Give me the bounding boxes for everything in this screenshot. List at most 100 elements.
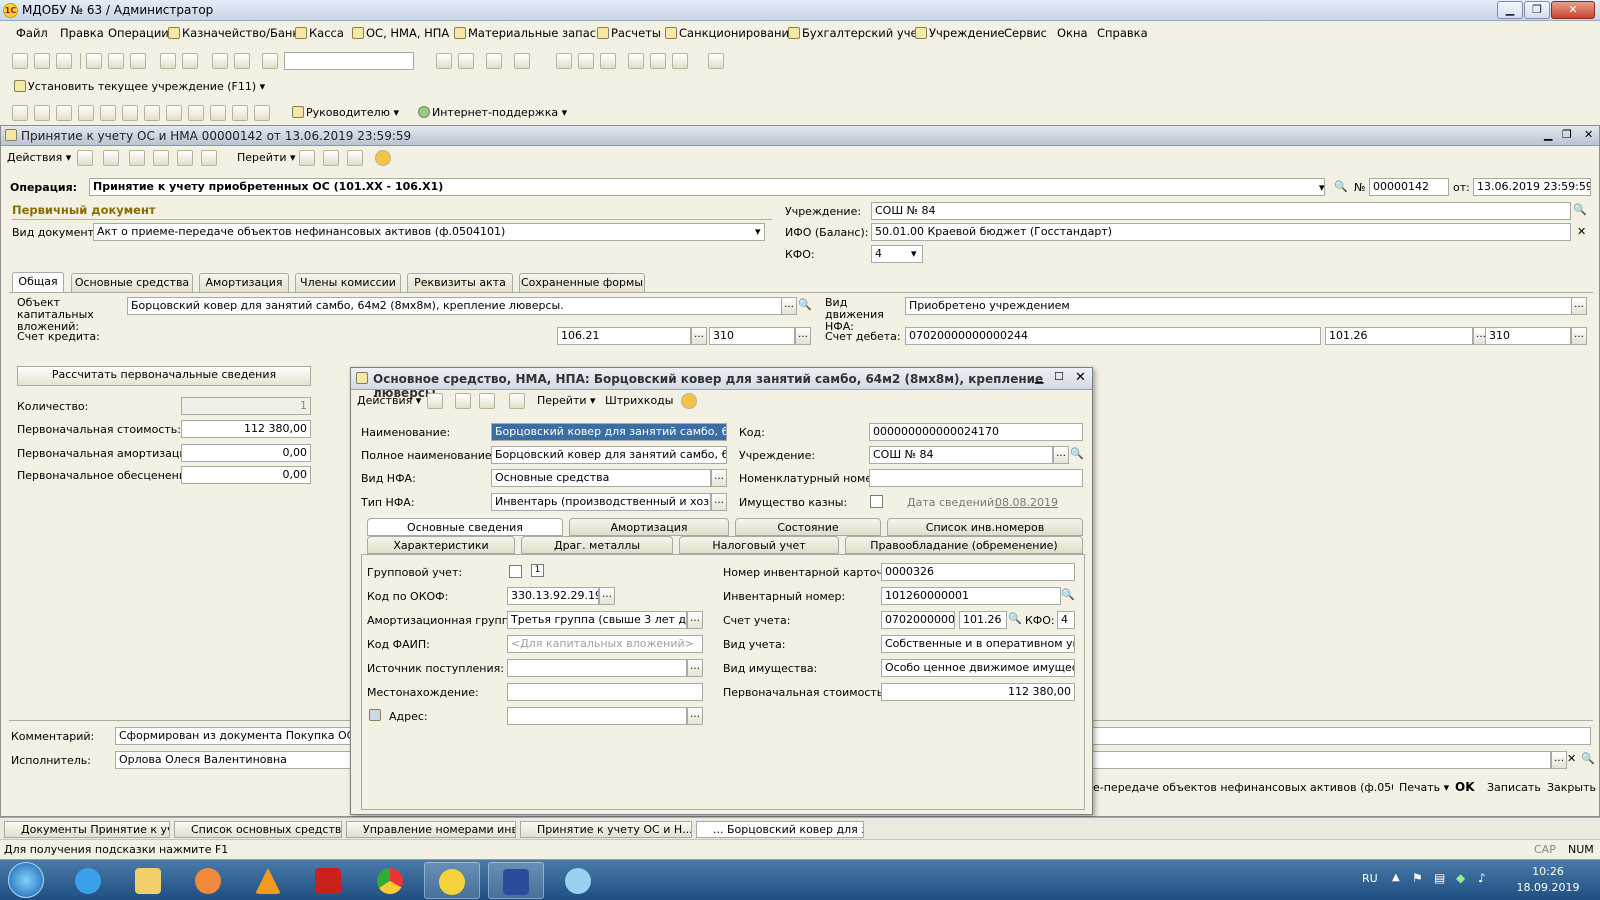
movements-icon[interactable] — [299, 150, 315, 166]
copy-icon[interactable] — [108, 53, 124, 69]
paste-icon[interactable] — [130, 53, 146, 69]
nomenclature-field[interactable] — [869, 469, 1083, 487]
flag-icon[interactable]: ⚑ — [1412, 871, 1423, 885]
unpost-icon[interactable] — [177, 150, 193, 166]
capital-object-search-icon[interactable]: 🔍 — [798, 298, 812, 311]
movement-select-button[interactable]: … — [1571, 297, 1587, 315]
windows-icon[interactable] — [486, 53, 502, 69]
network-icon[interactable]: ▤ — [1434, 871, 1445, 885]
save-button[interactable]: Записать — [1487, 781, 1541, 794]
dialog-copy-icon[interactable] — [479, 393, 495, 409]
menu-treasury[interactable]: Казначейство/Банк — [168, 26, 299, 40]
inventory-card-field[interactable]: 0000326 — [881, 563, 1075, 581]
capital-object-select-button[interactable]: … — [781, 297, 797, 315]
chrome-app-button[interactable] — [362, 862, 418, 899]
operation-field[interactable]: Принятие к учету приобретенных ОС (101.Х… — [89, 178, 1325, 196]
menu-cash[interactable]: Касса — [295, 26, 344, 40]
report-icon[interactable] — [100, 105, 116, 121]
save-app-button[interactable] — [488, 862, 544, 899]
initial-amortization-field[interactable]: 0,00 — [181, 444, 311, 462]
ifo-field[interactable]: 50.01.00 Краевой бюджет (Госстандарт) — [871, 223, 1571, 241]
address-select-button[interactable]: … — [687, 707, 703, 725]
structure-icon[interactable] — [323, 150, 339, 166]
dialog-minimize-icon[interactable]: ▁ — [1035, 371, 1043, 384]
faip-field[interactable]: <Для капитальных вложений> — [507, 635, 703, 653]
credit-account-field[interactable]: 106.21 — [557, 327, 691, 345]
name-field[interactable]: Борцовский ковер для занятий самбо, 64м2 — [491, 423, 727, 441]
executor-clear-icon[interactable]: ✕ — [1567, 752, 1576, 765]
doc-close-icon[interactable]: ✕ — [1584, 128, 1593, 141]
tab-fixed-assets[interactable]: Основные средства — [71, 273, 193, 292]
initial-impairment-field[interactable]: 0,00 — [181, 466, 311, 484]
institution-field[interactable]: СОШ № 84 — [871, 202, 1571, 220]
tab-characteristics[interactable]: Характеристики — [367, 536, 515, 554]
refresh-icon[interactable] — [103, 150, 119, 166]
institution-search-icon[interactable]: 🔍 — [1573, 203, 1587, 216]
undo-icon[interactable] — [212, 53, 228, 69]
date-field[interactable]: 13.06.2019 23:59:59 — [1473, 178, 1591, 196]
save-icon[interactable] — [56, 53, 72, 69]
dialog-goto-menu[interactable]: Перейти ▾ — [537, 394, 596, 407]
media-app-button[interactable] — [180, 862, 236, 899]
amortization-group-field[interactable]: Третья группа (свыше 3 лет до 5 ле — [507, 611, 687, 629]
menu-materials[interactable]: Материальные запасы — [454, 26, 605, 40]
report-icon[interactable] — [56, 105, 72, 121]
window-tab-fixed-assets-list[interactable]: Список основных средств, ... — [174, 821, 342, 838]
amortization-group-select-button[interactable]: … — [687, 611, 703, 629]
code-field[interactable]: 000000000000024170 — [869, 423, 1083, 441]
debit-account-field[interactable]: 101.26 — [1325, 327, 1473, 345]
write-close-icon[interactable] — [77, 150, 93, 166]
property-type-field[interactable]: Особо ценное движимое имущество — [881, 659, 1075, 677]
preview-icon[interactable] — [182, 53, 198, 69]
users-icon[interactable] — [600, 53, 616, 69]
head-button[interactable]: Руководителю ▾ — [292, 106, 399, 119]
menu-settlements[interactable]: Расчеты — [597, 26, 661, 40]
volume-icon[interactable]: ♪ — [1478, 871, 1486, 885]
inventory-number-field[interactable]: 101260000001 — [881, 587, 1061, 605]
ie-app-button[interactable] — [60, 862, 116, 899]
credit-account-select-button[interactable]: … — [691, 327, 707, 345]
ok-button[interactable]: OK — [1455, 780, 1475, 794]
executor-search-icon[interactable]: 🔍 — [1581, 752, 1595, 765]
dialog-actions-menu[interactable]: Действия ▾ — [357, 394, 421, 407]
dialog-save-icon[interactable] — [427, 393, 443, 409]
menu-institution[interactable]: Учреждение — [915, 26, 1005, 40]
nfa-type-select-button[interactable]: … — [711, 493, 727, 511]
based-on-icon[interactable] — [201, 150, 217, 166]
window-tab-inventory-numbers[interactable]: Управление номерами инв... — [346, 821, 516, 838]
window-tab-carpet[interactable]: ... Борцовский ковер для з... — [696, 821, 864, 838]
movement-field[interactable]: Приобретено учреждением — [905, 297, 1573, 315]
barcodes-button[interactable]: Штрихкоды — [605, 394, 673, 407]
inventory-number-search-icon[interactable]: 🔍 — [1061, 588, 1075, 601]
operation-search-icon[interactable]: 🔍 — [1334, 180, 1348, 193]
tab-rights-encumbrance[interactable]: Правообладание (обременение) — [845, 536, 1083, 554]
menu-sanction[interactable]: Санкционирование — [665, 26, 796, 40]
group-accounting-checkbox[interactable] — [509, 565, 522, 578]
open-icon[interactable] — [34, 53, 50, 69]
tab-state[interactable]: Состояние — [735, 518, 881, 536]
accounting-type-field[interactable]: Собственные и в оперативном управ — [881, 635, 1075, 653]
doc-restore-icon[interactable]: ❐ — [1562, 128, 1572, 141]
menu-edit[interactable]: Правка — [60, 26, 104, 40]
window-tab-acceptance[interactable]: Принятие к учету ОС и Н...:59 — [520, 821, 692, 838]
report-icon[interactable] — [232, 105, 248, 121]
tab-dialog-amortization[interactable]: Амортизация — [569, 518, 729, 536]
menu-file[interactable]: Файл — [16, 26, 48, 40]
explorer-app-button[interactable] — [120, 862, 176, 899]
okof-select-button[interactable]: … — [599, 587, 615, 605]
report-icon[interactable] — [188, 105, 204, 121]
source-select-button[interactable]: … — [687, 659, 703, 677]
redo-icon[interactable] — [234, 53, 250, 69]
print-menu[interactable]: Печать ▾ — [1399, 781, 1449, 794]
dialog-maximize-icon[interactable]: ☐ — [1054, 370, 1064, 383]
dialog-close-icon[interactable]: ✕ — [1075, 370, 1086, 385]
maximize-button[interactable]: ❐ — [1524, 1, 1550, 19]
report-icon[interactable] — [122, 105, 138, 121]
dialog-institution-select-button[interactable]: … — [1053, 446, 1069, 464]
dialog-institution-search-icon[interactable]: 🔍 — [1070, 447, 1084, 460]
help-icon[interactable] — [375, 150, 391, 166]
location-field[interactable] — [507, 683, 703, 701]
window-tab-documents[interactable]: Документы Принятие к уче... — [4, 821, 170, 838]
close-doc-button[interactable]: Закрыть — [1547, 781, 1596, 794]
report-icon[interactable] — [34, 105, 50, 121]
